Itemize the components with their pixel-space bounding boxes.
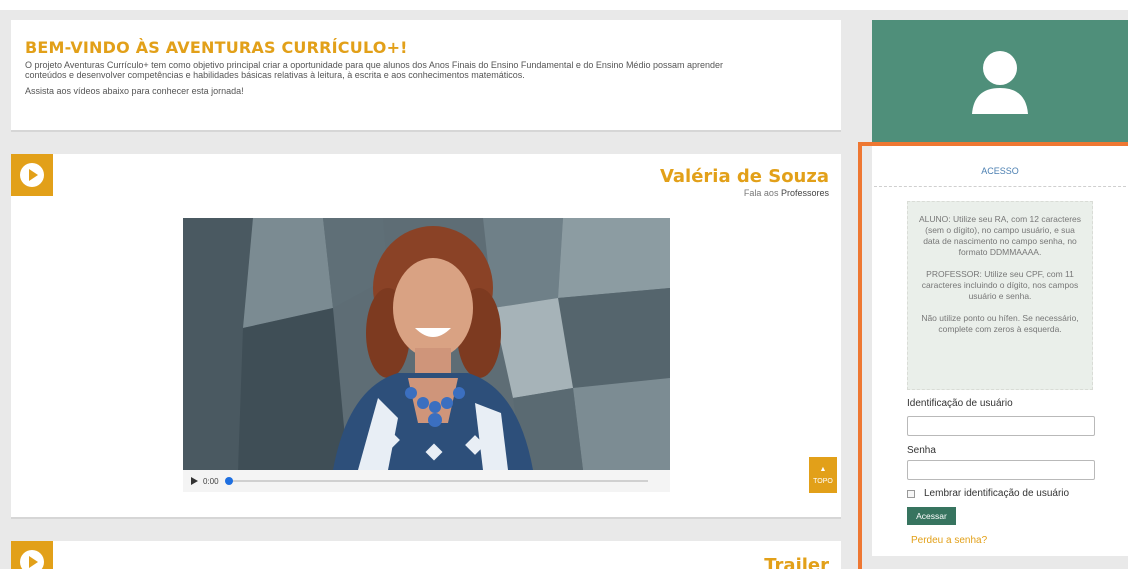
video-controls: 0:00 — [183, 470, 670, 492]
video-progress-track[interactable] — [224, 477, 648, 485]
video-time: 0:00 — [203, 476, 219, 486]
video-subtitle: Fala aos Professores — [744, 188, 829, 198]
welcome-card: BEM-VINDO ÀS AVENTURAS CURRÍCULO+! O pro… — [11, 20, 841, 132]
welcome-hint: Assista aos vídeos abaixo para conhecer … — [25, 86, 244, 96]
video-card-trailer: Trailer — [11, 541, 841, 569]
welcome-description-line1: O projeto Aventuras Currículo+ tem como … — [25, 60, 723, 70]
password-label: Senha — [907, 445, 936, 456]
login-title: ACESSO — [874, 146, 1126, 187]
arrow-up-icon: ▲ — [819, 466, 827, 473]
instructions-professor: PROFESSOR: Utilize seu CPF, com 11 carac… — [921, 269, 1079, 301]
user-avatar-panel — [872, 20, 1128, 146]
video-card-valeria: Valéria de Souza Fala aos Professores 0:… — [11, 154, 841, 519]
login-panel: ACESSO ALUNO: Utilize seu RA, com 12 car… — [872, 146, 1128, 556]
instructions-note: Não utilize ponto ou hífen. Se necessári… — [921, 313, 1079, 334]
username-input[interactable] — [907, 416, 1095, 436]
video-title: Trailer — [764, 555, 829, 569]
video-badge — [11, 541, 53, 569]
back-to-top-button[interactable]: ▲ TOPO — [809, 457, 837, 493]
user-silhouette-icon — [972, 51, 1028, 114]
video-subtitle-audience: Professores — [780, 188, 829, 198]
username-label: Identificação de usuário — [907, 398, 1013, 409]
back-to-top-label: TOPO — [813, 478, 833, 485]
video-badge — [11, 154, 53, 196]
video-still-image — [183, 218, 670, 470]
instructions-aluno: ALUNO: Utilize seu RA, com 12 caracteres… — [918, 214, 1082, 257]
play-button-icon[interactable] — [191, 477, 198, 485]
remember-label[interactable]: Lembrar identificação de usuário — [924, 488, 1069, 499]
video-progress-knob[interactable] — [224, 477, 233, 485]
play-circle-icon — [20, 550, 44, 569]
remember-checkbox[interactable] — [907, 490, 915, 498]
video-player[interactable]: 0:00 — [183, 218, 670, 492]
lost-password-link[interactable]: Perdeu a senha? — [911, 535, 987, 546]
welcome-description: O projeto Aventuras Currículo+ tem como … — [25, 60, 826, 80]
password-input[interactable] — [907, 460, 1095, 480]
video-frame[interactable] — [183, 218, 670, 470]
video-title: Valéria de Souza — [659, 166, 829, 187]
welcome-description-line2: conteúdos e desenvolver competências e h… — [25, 70, 525, 80]
login-button[interactable]: Acessar — [907, 507, 956, 525]
login-instructions: ALUNO: Utilize seu RA, com 12 caracteres… — [907, 201, 1093, 390]
video-subtitle-prefix: Fala aos — [743, 188, 779, 198]
play-circle-icon — [20, 163, 44, 187]
welcome-title: BEM-VINDO ÀS AVENTURAS CURRÍCULO+! — [25, 38, 408, 57]
